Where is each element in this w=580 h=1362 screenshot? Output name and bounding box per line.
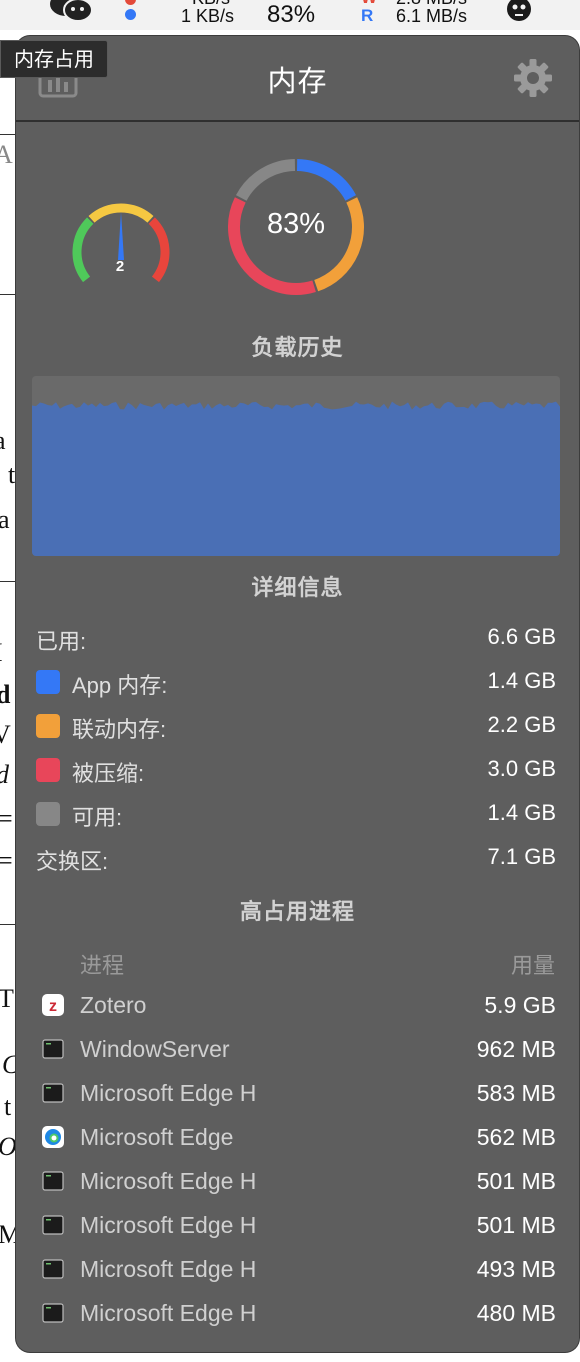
process-row[interactable]: Microsoft Edge H 480 MB — [40, 1300, 556, 1332]
donut-segment — [235, 159, 296, 201]
process-name: Microsoft Edge H — [80, 1212, 257, 1238]
detail-free-value: 1.4 GB — [487, 800, 556, 825]
process-row[interactable]: Microsoft Edge H 501 MB — [40, 1168, 556, 1200]
detail-wired: 联动内存: 2.2 GB — [36, 712, 556, 742]
process-usage: 480 MB — [476, 1300, 556, 1326]
detail-swap: 交换区: 7.1 GB — [36, 844, 556, 874]
detail-app-value: 1.4 GB — [487, 668, 556, 693]
process-row[interactable]: z Zotero 5.9 GB — [40, 992, 556, 1024]
process-name: Microsoft Edge H — [80, 1168, 257, 1194]
usage-column-header: 用量 — [510, 953, 555, 978]
process-name: Microsoft Edge H — [80, 1080, 257, 1106]
svg-text:z: z — [49, 998, 57, 1015]
detail-wired-label: 联动内存: — [72, 717, 167, 742]
process-name: Microsoft Edge — [80, 1124, 234, 1150]
gear-icon[interactable] — [513, 58, 553, 98]
gauge-segment — [72, 217, 94, 283]
memory-menu-item[interactable]: 83% — [267, 1, 315, 29]
process-usage: 501 MB — [476, 1212, 556, 1238]
detail-free: 可用: 1.4 GB — [36, 800, 556, 830]
process-name: Zotero — [80, 992, 147, 1018]
detail-used: 已用: 6.6 GB — [36, 624, 556, 654]
detail-free-label: 可用: — [72, 805, 123, 830]
memory-percent: 83% — [266, 208, 326, 240]
edge-icon — [42, 1126, 64, 1148]
top-processes-title: 高占用进程 — [239, 899, 355, 924]
title-divider — [16, 120, 579, 122]
gauge-needle — [118, 212, 124, 260]
process-usage: 493 MB — [476, 1256, 556, 1282]
process-row[interactable]: Microsoft Edge H 583 MB — [40, 1080, 556, 1112]
detail-app: App 内存: 1.4 GB — [36, 668, 556, 698]
free-memory-swatch — [36, 802, 60, 826]
memory-tooltip: 内存占用 — [0, 40, 108, 78]
wired-memory-swatch — [36, 714, 60, 738]
menu-bar: KB/s 1 KB/s 83% W R 2.8 MB/s 6.1 MB/s — [0, 0, 580, 30]
detail-swap-label: 交换区: — [36, 849, 109, 874]
terminal-icon — [42, 1303, 64, 1323]
detail-compressed-value: 3.0 GB — [487, 756, 556, 781]
terminal-icon — [42, 1171, 64, 1191]
net-download-rate: 1 KB/s — [181, 6, 235, 26]
disk-read-label: R — [361, 6, 374, 25]
detail-used-value: 6.6 GB — [487, 624, 556, 649]
detail-used-label: 已用: — [36, 629, 87, 654]
history-title: 负载历史 — [251, 335, 344, 360]
detail-app-label: App 内存: — [72, 673, 168, 698]
process-row[interactable]: Microsoft Edge H 501 MB — [40, 1212, 556, 1244]
disk-read-rate: 6.1 MB/s — [396, 6, 468, 26]
zotero-icon: z — [42, 994, 64, 1016]
net-upload-dot — [125, 0, 136, 5]
process-name: Microsoft Edge H — [80, 1256, 257, 1282]
history-area — [32, 401, 560, 556]
security-app-icon[interactable] — [504, 0, 534, 24]
process-usage: 5.9 GB — [484, 992, 556, 1018]
details-title: 详细信息 — [251, 575, 344, 600]
terminal-icon — [42, 1083, 64, 1103]
load-history-chart — [32, 376, 560, 556]
process-usage: 962 MB — [476, 1036, 556, 1062]
terminal-icon — [42, 1215, 64, 1235]
process-usage: 562 MB — [476, 1124, 556, 1150]
detail-compressed-label: 被压缩: — [72, 761, 145, 786]
detail-compressed: 被压缩: 3.0 GB — [36, 756, 556, 786]
process-row[interactable]: Microsoft Edge H 493 MB — [40, 1256, 556, 1288]
load-gauge — [72, 203, 170, 283]
load-gauge-value: 2 — [115, 258, 125, 275]
compressed-memory-swatch — [36, 758, 60, 782]
gauge-segment — [148, 217, 170, 283]
process-name: Microsoft Edge H — [80, 1300, 257, 1326]
process-usage: 501 MB — [476, 1168, 556, 1194]
process-usage: 583 MB — [476, 1080, 556, 1106]
process-column-header: 进程 — [80, 953, 125, 978]
terminal-icon — [42, 1039, 64, 1059]
detail-swap-value: 7.1 GB — [487, 844, 556, 869]
app-memory-swatch — [36, 670, 60, 694]
chat-icon[interactable] — [48, 0, 94, 24]
detail-wired-value: 2.2 GB — [487, 712, 556, 737]
memory-popup: 内存 2 83% 负载历史 详细信息 已用: 6.6 GB App 内存: 1.… — [16, 36, 579, 1352]
terminal-icon — [42, 1259, 64, 1279]
process-name: WindowServer — [80, 1036, 230, 1062]
net-download-dot — [125, 9, 136, 20]
donut-segment — [296, 159, 357, 201]
process-row[interactable]: Microsoft Edge 562 MB — [40, 1124, 556, 1156]
process-row[interactable]: WindowServer 962 MB — [40, 1036, 556, 1068]
